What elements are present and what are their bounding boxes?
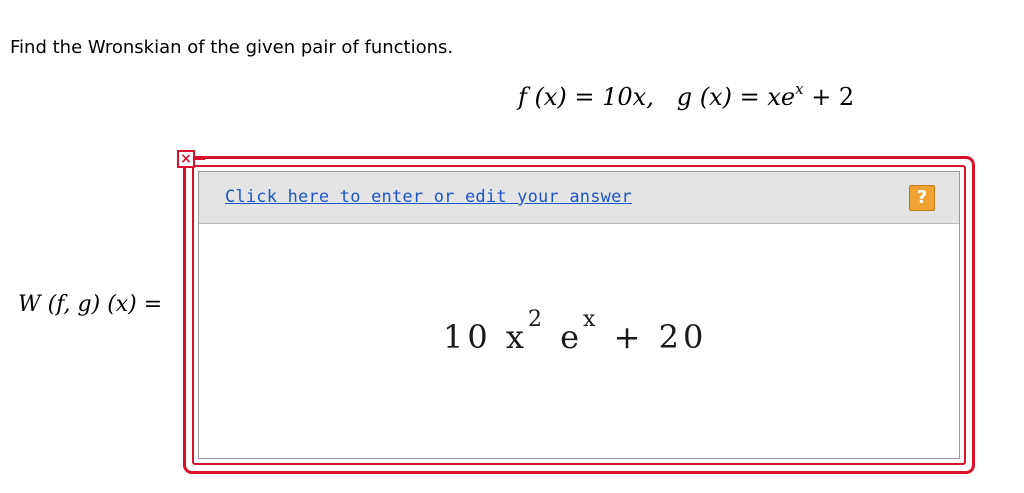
g-definition-rhs: + 2 <box>803 83 855 111</box>
f-definition: f (x) = 10x, <box>518 83 654 111</box>
error-flag-connector <box>195 158 205 160</box>
g-exponent: x <box>795 80 804 98</box>
answer-box-inner-border: Click here to enter or edit your answer … <box>192 165 966 465</box>
page: Find the Wronskian of the given pair of … <box>0 0 1024 493</box>
wronskian-label: W (f, g) (x) = <box>18 292 163 317</box>
help-icon[interactable]: ? <box>909 185 935 211</box>
answer-box[interactable]: Click here to enter or edit your answer … <box>183 156 975 474</box>
answer-panel[interactable]: Click here to enter or edit your answer … <box>198 171 960 459</box>
answer-expression: 10 x2 ex + 20 <box>443 307 708 356</box>
given-functions-equation: f (x) = 10x, g (x) = xex + 2 <box>518 80 855 111</box>
answer-toolbar: Click here to enter or edit your answer … <box>199 172 959 224</box>
g-definition-lhs: g (x) = xe <box>676 83 796 111</box>
answer-exponent-2: x <box>583 307 600 332</box>
answer-tail: + 20 <box>613 318 708 356</box>
edit-answer-link[interactable]: Click here to enter or edit your answer <box>225 187 632 207</box>
question-prompt: Find the Wronskian of the given pair of … <box>10 37 454 58</box>
error-x-icon: × <box>177 150 195 168</box>
answer-base: e <box>560 318 584 356</box>
answer-coef: 10 x <box>443 318 528 356</box>
answer-exponent-1: 2 <box>527 307 546 332</box>
